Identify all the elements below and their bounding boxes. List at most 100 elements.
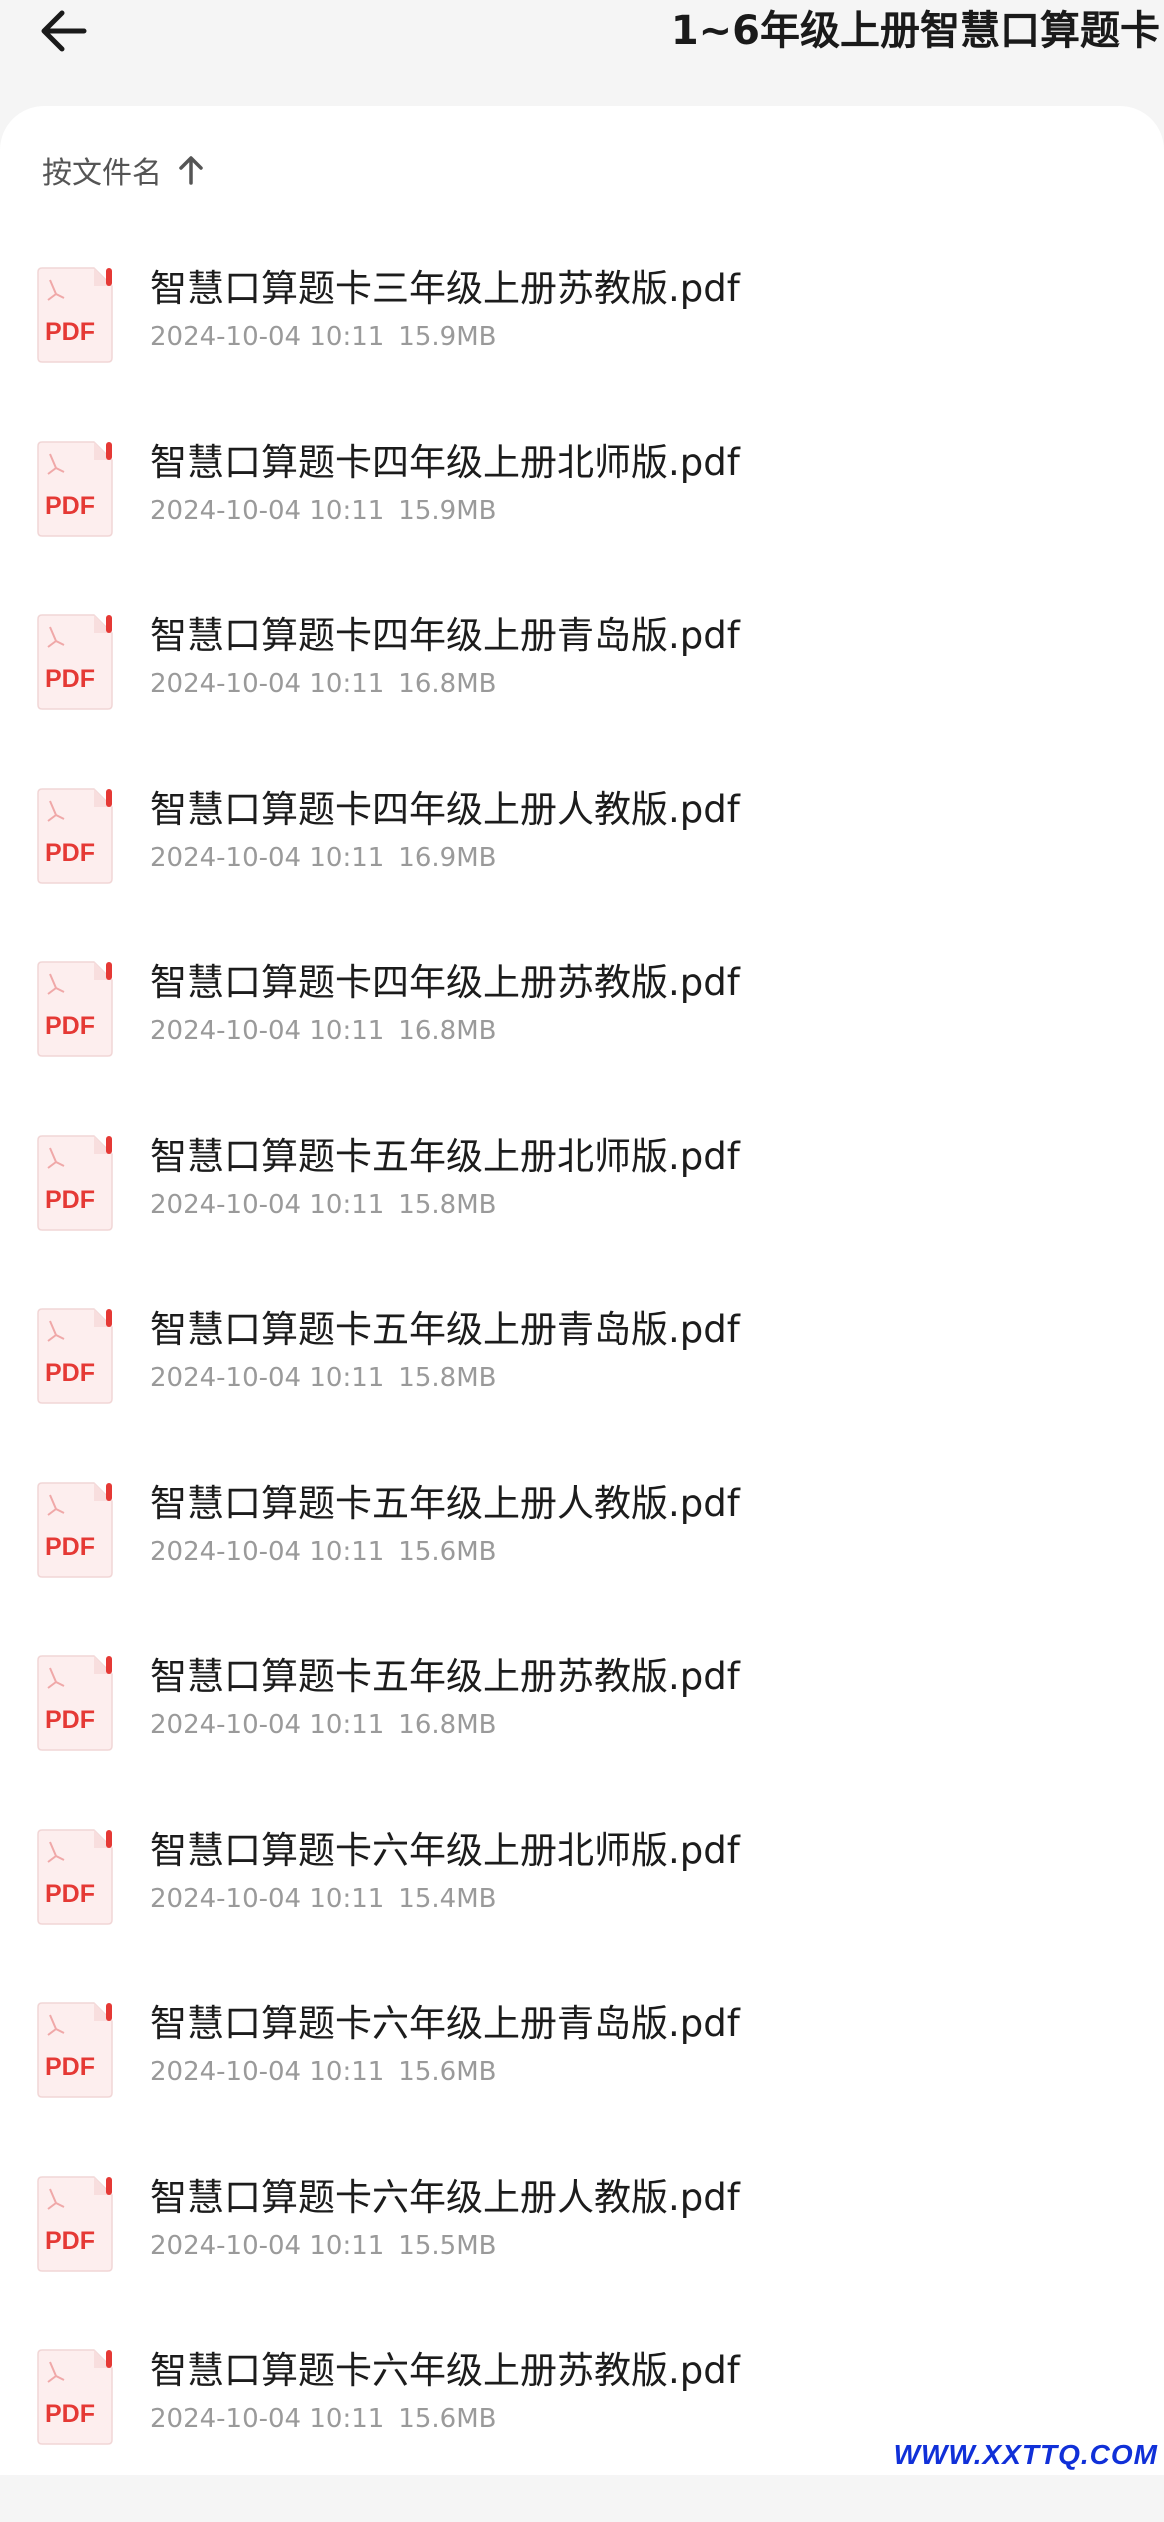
file-meta: 2024-10-04 10:11 16.8MB	[150, 1706, 496, 1744]
file-date: 2024-10-04 10:11	[150, 1016, 385, 1046]
file-name: 智慧口算题卡五年级上册北师版.pdf	[150, 1134, 740, 1178]
file-name: 智慧口算题卡五年级上册青岛版.pdf	[150, 1308, 740, 1351]
file-size: 15.6MB	[398, 1536, 497, 1567]
file-meta: 2024-10-04 10:11 15.9MB	[150, 318, 496, 356]
svg-text:PDF: PDF	[45, 2400, 95, 2428]
file-meta: 2024-10-04 10:11 15.6MB	[150, 2400, 496, 2438]
file-date: 2024-10-04 10:11	[150, 1710, 385, 1740]
file-meta: 2024-10-04 10:11 16.8MB	[150, 1012, 496, 1050]
svg-text:PDF: PDF	[45, 665, 95, 693]
file-size: 15.4MB	[398, 1883, 497, 1914]
file-name: 智慧口算题卡六年级上册青岛版.pdf	[150, 2002, 740, 2045]
file-name: 智慧口算题卡四年级上册北师版.pdf	[150, 440, 740, 484]
svg-text:PDF: PDF	[45, 1706, 95, 1734]
pdf-file-icon: PDF	[37, 1481, 113, 1578]
file-name: 智慧口算题卡三年级上册苏教版.pdf	[150, 267, 740, 310]
file-date: 2024-10-04 10:11	[150, 495, 385, 526]
file-list-panel: 按文件名 PDF 智慧口算题卡三年级上册苏教版.pdf 2024-10-04 1…	[0, 106, 1164, 2475]
file-meta: 2024-10-04 10:11 15.8MB	[150, 1186, 496, 1224]
file-name: 智慧口算题卡五年级上册人教版.pdf	[150, 1481, 740, 1525]
file-size: 15.6MB	[398, 2404, 497, 2434]
file-meta: 2024-10-04 10:11 15.6MB	[150, 2053, 496, 2091]
svg-text:PDF: PDF	[45, 492, 95, 520]
pdf-file-icon: PDF	[37, 1828, 113, 1925]
svg-text:PDF: PDF	[45, 2227, 95, 2255]
svg-text:PDF: PDF	[45, 1186, 95, 1214]
list-item[interactable]: PDF 智慧口算题卡四年级上册苏教版.pdf 2024-10-04 10:11 1…	[0, 960, 1164, 1134]
pdf-file-icon: PDF	[37, 2175, 113, 2272]
pdf-file-icon: PDF	[37, 1308, 113, 1404]
file-size: 15.6MB	[398, 2057, 497, 2087]
pdf-file-icon: PDF	[37, 2349, 113, 2445]
file-meta: 2024-10-04 10:11 15.9MB	[150, 492, 496, 530]
file-name: 智慧口算题卡六年级上册苏教版.pdf	[150, 2349, 740, 2392]
pdf-file-icon: PDF	[37, 440, 113, 537]
file-size: 16.8MB	[398, 669, 497, 699]
pdf-file-icon: PDF	[37, 1134, 113, 1231]
back-arrow-icon	[41, 10, 87, 52]
file-size: 16.8MB	[398, 1710, 497, 1740]
file-meta: 2024-10-04 10:11 15.6MB	[150, 1533, 496, 1571]
file-date: 2024-10-04 10:11	[150, 322, 385, 352]
page-title: 1~6年级上册智慧口算题卡	[670, 8, 1160, 54]
file-meta: 2024-10-04 10:11 16.9MB	[150, 839, 496, 877]
pdf-file-icon: PDF	[37, 614, 113, 710]
watermark: WWW.XXTTQ.COM	[893, 2439, 1158, 2470]
file-size: 15.5MB	[398, 2230, 497, 2261]
sort-by-name-toggle[interactable]: 按文件名	[42, 146, 204, 194]
file-date: 2024-10-04 10:11	[150, 1363, 385, 1393]
file-size: 15.8MB	[398, 1363, 497, 1393]
file-date: 2024-10-04 10:11	[150, 2404, 385, 2434]
pdf-file-icon: PDF	[37, 1655, 113, 1751]
file-size: 15.9MB	[398, 322, 497, 352]
pdf-file-icon: PDF	[37, 267, 113, 363]
pdf-file-icon: PDF	[37, 2002, 113, 2098]
pdf-file-icon: PDF	[37, 961, 113, 1057]
file-date: 2024-10-04 10:11	[150, 2057, 385, 2087]
sort-label: 按文件名	[42, 156, 162, 191]
top-bar: 1~6年级上册智慧口算题卡	[0, 0, 1164, 106]
file-name: 智慧口算题卡四年级上册人教版.pdf	[150, 787, 740, 831]
back-button[interactable]	[28, 0, 100, 62]
list-item[interactable]: PDF 智慧口算题卡六年级上册北师版.pdf 2024-10-04 10:11 1…	[0, 1828, 1164, 2002]
file-name: 智慧口算题卡六年级上册人教版.pdf	[150, 2175, 740, 2219]
file-date: 2024-10-04 10:11	[150, 669, 385, 699]
file-date: 2024-10-04 10:11	[150, 842, 385, 873]
list-item[interactable]: PDF 智慧口算题卡四年级上册青岛版.pdf 2024-10-04 10:11 1…	[0, 613, 1164, 787]
list-item[interactable]: PDF 智慧口算题卡五年级上册北师版.pdf 2024-10-04 10:11 1…	[0, 1134, 1164, 1308]
file-size: 16.8MB	[398, 1016, 497, 1046]
file-date: 2024-10-04 10:11	[150, 1536, 385, 1567]
file-name: 智慧口算题卡四年级上册苏教版.pdf	[150, 961, 740, 1004]
file-size: 15.8MB	[398, 1189, 497, 1220]
svg-text:PDF: PDF	[45, 318, 95, 346]
list-item[interactable]: PDF 智慧口算题卡六年级上册人教版.pdf 2024-10-04 10:11 1…	[0, 2175, 1164, 2349]
svg-text:PDF: PDF	[45, 1533, 95, 1561]
list-item[interactable]: PDF 智慧口算题卡四年级上册人教版.pdf 2024-10-04 10:11 1…	[0, 787, 1164, 961]
pdf-file-icon: PDF	[37, 787, 113, 884]
file-meta: 2024-10-04 10:11 15.5MB	[150, 2227, 496, 2265]
file-size: 16.9MB	[398, 842, 497, 873]
list-item[interactable]: PDF 智慧口算题卡六年级上册青岛版.pdf 2024-10-04 10:11 1…	[0, 2001, 1164, 2175]
list-item[interactable]: PDF 智慧口算题卡六年级上册苏教版.pdf 2024-10-04 10:11 1…	[0, 2348, 1164, 2522]
list-item[interactable]: PDF 智慧口算题卡三年级上册苏教版.pdf 2024-10-04 10:11 1…	[0, 266, 1164, 440]
file-list: PDF 智慧口算题卡三年级上册苏教版.pdf 2024-10-04 10:11 1…	[0, 266, 1164, 2522]
list-item[interactable]: PDF 智慧口算题卡五年级上册苏教版.pdf 2024-10-04 10:11 1…	[0, 1654, 1164, 1828]
file-meta: 2024-10-04 10:11 15.4MB	[150, 1880, 496, 1918]
file-name: 智慧口算题卡五年级上册苏教版.pdf	[150, 1655, 740, 1698]
file-size: 15.9MB	[398, 495, 497, 526]
svg-text:PDF: PDF	[45, 1012, 95, 1040]
arrow-up-icon	[178, 155, 204, 185]
file-date: 2024-10-04 10:11	[150, 2230, 385, 2261]
list-item[interactable]: PDF 智慧口算题卡五年级上册人教版.pdf 2024-10-04 10:11 1…	[0, 1481, 1164, 1655]
list-item[interactable]: PDF 智慧口算题卡五年级上册青岛版.pdf 2024-10-04 10:11 1…	[0, 1307, 1164, 1481]
svg-text:PDF: PDF	[45, 2053, 95, 2081]
svg-text:PDF: PDF	[45, 839, 95, 867]
list-item[interactable]: PDF 智慧口算题卡四年级上册北师版.pdf 2024-10-04 10:11 1…	[0, 440, 1164, 614]
svg-text:PDF: PDF	[45, 1359, 95, 1387]
file-meta: 2024-10-04 10:11 16.8MB	[150, 665, 496, 703]
file-name: 智慧口算题卡四年级上册青岛版.pdf	[150, 614, 740, 657]
file-date: 2024-10-04 10:11	[150, 1189, 385, 1220]
svg-text:PDF: PDF	[45, 1880, 95, 1908]
file-meta: 2024-10-04 10:11 15.8MB	[150, 1359, 496, 1397]
file-date: 2024-10-04 10:11	[150, 1883, 385, 1914]
